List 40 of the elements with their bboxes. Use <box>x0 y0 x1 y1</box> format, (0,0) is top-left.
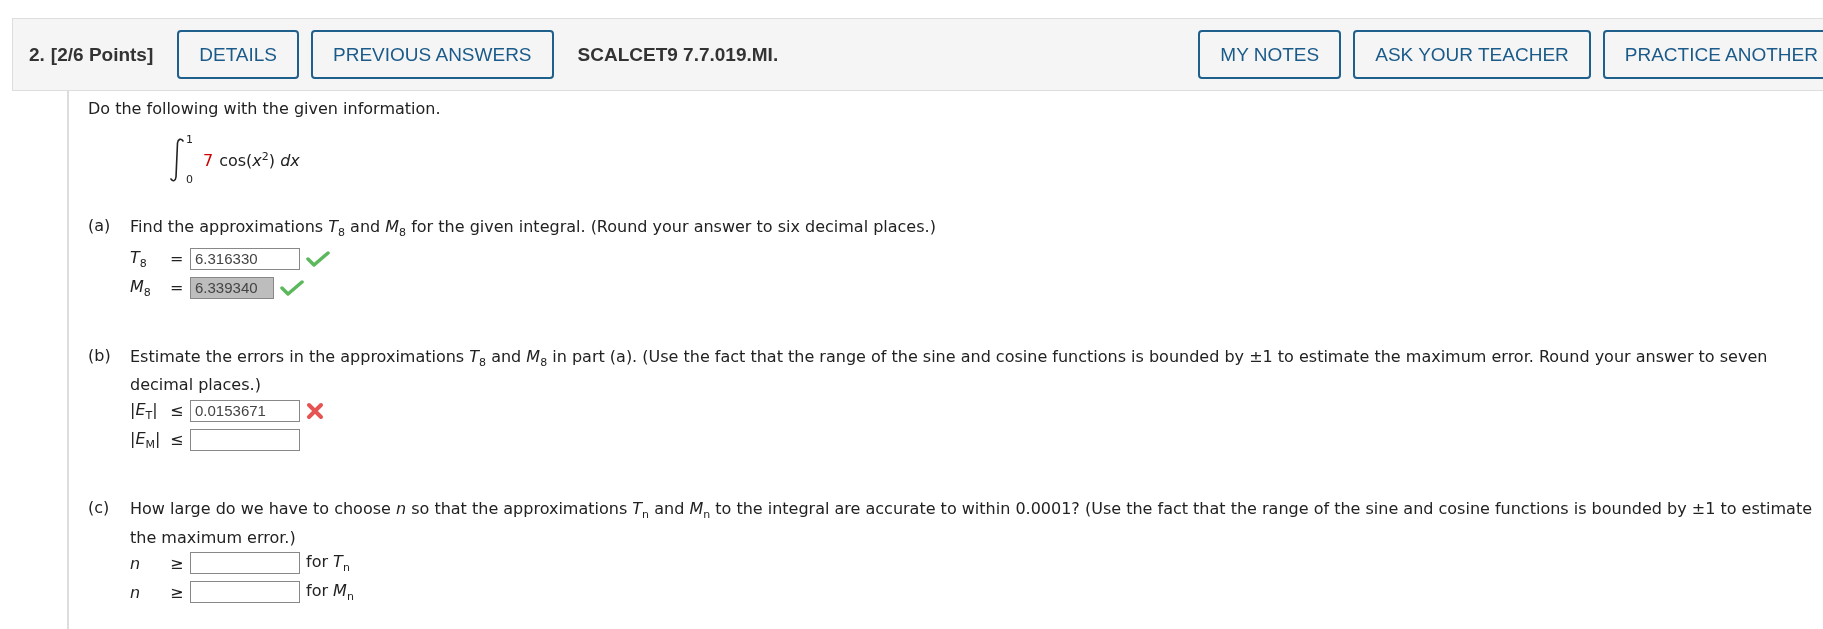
answer-field[interactable]: 6.316330 <box>190 247 300 270</box>
answer-label: |E$_{M}$| <box>130 428 162 451</box>
answer-field[interactable] <box>190 581 300 604</box>
question-text: Find the approximations T$_{8}$ and M$_{8}$ for the given integral. (Round your answer to six decimal places.) <box>130 216 937 242</box>
header-button[interactable]: PREVIOUS ANSWERS <box>311 30 554 79</box>
answer-label: n <box>130 553 142 573</box>
question-number: 2. <box>29 43 45 66</box>
coefficient: 7 <box>203 150 214 170</box>
answer-label: n <box>130 582 142 602</box>
answer-field[interactable] <box>190 428 300 451</box>
part-letter: (a) <box>88 216 112 237</box>
question-text: Estimate the errors in the approximations T$_{8}$ and M$_{8}$ in part (a). (Use the fact that the range of the sine and cosine functions is bounded by ±1 to estimate the maximum error. Round your answer to seven decimal places.) <box>130 346 1769 397</box>
question-text: How large do we have to choose n so that the approximations T$_{n}$ and M$_{n}$ to the integral are accurate to within 0.0001? (Use the fact that the range of the sine and cosine functions is bounded by ±1 to estimate the maximum error.) <box>130 498 1813 549</box>
header-button[interactable]: ASK YOUR TEACHER <box>1353 30 1591 79</box>
upper-limit: 1 <box>186 134 193 146</box>
relation-sign: ≥ <box>170 582 185 602</box>
answer-label: M$_{8}$ <box>130 276 152 299</box>
answer-suffix: for M$_{n}$ <box>306 580 354 604</box>
answer-label: |E$_{T}$| <box>130 399 159 422</box>
answer-field[interactable] <box>190 552 300 575</box>
part-letter: (b) <box>88 346 112 368</box>
answer-label: T$_{8}$ <box>130 247 148 270</box>
relation-sign: ≤ <box>170 430 185 450</box>
instruction-text: Do the following with the given information. <box>88 99 442 118</box>
relation-sign: = <box>170 278 185 298</box>
lower-limit: 0 <box>186 174 193 186</box>
answer-field[interactable]: 0.0153671 <box>190 399 300 422</box>
answer-field[interactable]: 6.339340 <box>190 276 274 299</box>
header-button[interactable]: MY NOTES <box>1198 30 1342 79</box>
part-letter: (c) <box>88 498 111 520</box>
relation-sign: ≥ <box>170 553 185 573</box>
relation-sign: ≤ <box>170 401 185 421</box>
relation-sign: = <box>170 249 185 269</box>
header-button[interactable]: PRACTICE ANOTHER <box>1602 30 1823 79</box>
integrand: cos(x$^{2}$) dx <box>219 149 300 171</box>
header-button[interactable]: DETAILS <box>177 30 300 79</box>
answer-suffix: for T$_{n}$ <box>306 551 350 575</box>
question-code: SCALCET9 7.7.019.MI. <box>577 43 779 66</box>
points-label: [2/6 Points] <box>50 43 154 66</box>
integral-sign-icon <box>170 138 184 182</box>
